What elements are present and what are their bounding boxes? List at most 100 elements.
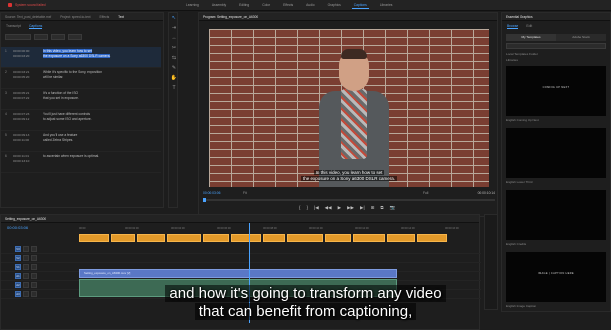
solo-icon[interactable] bbox=[31, 273, 37, 279]
caption-clip[interactable] bbox=[325, 234, 351, 242]
caption-clip[interactable] bbox=[137, 234, 165, 242]
template-thumbnail[interactable]: COMING UP NEXT bbox=[506, 66, 606, 116]
timeline-timecode[interactable]: 00:00:03:06 bbox=[7, 225, 28, 230]
workspace-effects[interactable]: Effects bbox=[281, 2, 295, 9]
mark-in-icon[interactable]: { bbox=[299, 205, 301, 211]
caption-number: 2 bbox=[5, 70, 7, 74]
caption-row[interactable]: 3 00:00:05:21 00:00:07:22 It's a functio… bbox=[1, 89, 161, 110]
eye-icon[interactable] bbox=[31, 246, 37, 252]
replace-icon[interactable] bbox=[68, 34, 82, 40]
adobe-stock-button[interactable]: Adobe Stock bbox=[556, 34, 606, 41]
tab-sequence[interactable]: Setting_exposure_on_A6300 bbox=[5, 217, 46, 221]
go-to-out-icon[interactable]: ▶| bbox=[360, 205, 365, 211]
go-to-in-icon[interactable]: |◀ bbox=[314, 205, 319, 211]
caption-clip[interactable] bbox=[387, 234, 415, 242]
lock-icon[interactable] bbox=[23, 264, 29, 270]
mark-out-icon[interactable]: } bbox=[307, 205, 309, 211]
zoom-select[interactable]: Fit bbox=[243, 191, 247, 195]
caption-clip[interactable] bbox=[263, 234, 285, 242]
lift-icon[interactable]: ⊞ bbox=[371, 205, 375, 211]
playhead-timecode[interactable]: 00:00:03:06 bbox=[203, 191, 220, 195]
mute-icon[interactable] bbox=[23, 273, 29, 279]
tab-source[interactable]: Source: Text_post_deletable.mxf bbox=[5, 15, 51, 19]
eye-icon[interactable] bbox=[31, 255, 37, 261]
subtab-transcript[interactable]: Transcript bbox=[6, 24, 21, 29]
down-arrow-icon[interactable] bbox=[51, 34, 65, 40]
caption-text[interactable]: You'll just have different controls to a… bbox=[43, 112, 92, 128]
step-forward-icon[interactable]: ▶▶ bbox=[347, 205, 354, 211]
track-select-icon[interactable]: ⇥ bbox=[170, 24, 178, 33]
workspace-learning[interactable]: Learning bbox=[184, 2, 201, 9]
track-target-v3[interactable]: V3 bbox=[15, 246, 21, 252]
workspace-libraries[interactable]: Libraries bbox=[378, 2, 395, 9]
egfx-subtabs: Browse Edit bbox=[502, 21, 610, 32]
caption-clip[interactable] bbox=[203, 234, 229, 242]
hand-icon[interactable]: ✋ bbox=[170, 74, 178, 83]
libraries-checkbox[interactable]: Libraries bbox=[502, 57, 610, 63]
subtab-captions[interactable]: Captions bbox=[28, 24, 43, 29]
caption-text-selected[interactable]: In this video, you learn how to set the … bbox=[43, 49, 111, 58]
selection-tool-icon[interactable]: ↖ bbox=[170, 14, 178, 23]
workspace-graphics[interactable]: Graphics bbox=[326, 2, 343, 9]
workspace-assembly[interactable]: Assembly bbox=[210, 2, 228, 9]
subtab-edit[interactable]: Edit bbox=[526, 24, 532, 29]
caption-clip[interactable] bbox=[79, 234, 109, 242]
workspace-audio[interactable]: Audio bbox=[304, 2, 316, 9]
caption-text[interactable]: It's a function of the ISO that you set … bbox=[43, 91, 79, 107]
ripple-edit-icon[interactable]: ↔ bbox=[170, 34, 178, 43]
lock-icon[interactable] bbox=[23, 246, 29, 252]
track-target-a1[interactable]: A1 bbox=[15, 273, 21, 279]
pen-icon[interactable]: ✎ bbox=[170, 64, 178, 73]
workspace-captions[interactable]: Captions bbox=[351, 2, 369, 9]
extract-icon[interactable]: ⧉ bbox=[380, 205, 383, 211]
caption-clip[interactable] bbox=[417, 234, 447, 242]
video-frame[interactable]: In this video, you learn how to set the … bbox=[209, 29, 489, 187]
template-thumbnail[interactable] bbox=[506, 128, 606, 178]
caption-clip[interactable] bbox=[231, 234, 261, 242]
video-clip[interactable]: Setting_exposure_on_A6300.mov [V] bbox=[79, 269, 397, 278]
workspace-color[interactable]: Color bbox=[260, 2, 272, 9]
caption-row[interactable]: 2 00:00:03:21 00:00:05:20 While it's spe… bbox=[1, 68, 161, 89]
eye-icon[interactable] bbox=[31, 264, 37, 270]
caption-text[interactable]: to ascertain when exposure is optimal. bbox=[43, 154, 99, 170]
play-icon[interactable]: ▶ bbox=[338, 205, 341, 211]
tab-text[interactable]: Text bbox=[118, 15, 124, 19]
time-ruler[interactable]: 00:00 00:00:02:00 00:00:04:00 00:00:06:0… bbox=[79, 227, 475, 233]
scrub-handle[interactable] bbox=[203, 198, 206, 202]
lock-icon[interactable] bbox=[23, 255, 29, 261]
ruler-tick-label: 00:00 bbox=[79, 227, 86, 230]
status-warning[interactable]: System sound failed bbox=[8, 3, 46, 7]
tab-essential-graphics[interactable]: Essential Graphics bbox=[506, 15, 533, 19]
type-tool-icon[interactable]: T bbox=[170, 84, 178, 93]
tab-program[interactable]: Program: Setting_exposure_on_A6300 bbox=[203, 15, 258, 19]
caption-clip[interactable] bbox=[111, 234, 135, 242]
caption-text[interactable]: And you'll use a feature called Zebra St… bbox=[43, 133, 77, 149]
template-thumbnail[interactable] bbox=[506, 190, 606, 240]
templates-search-input[interactable] bbox=[506, 43, 606, 49]
tab-effects[interactable]: Effects bbox=[99, 15, 109, 19]
razor-icon[interactable]: ✂ bbox=[170, 44, 178, 53]
caption-text[interactable]: In this video, you learn how to set the … bbox=[43, 49, 111, 65]
my-templates-button[interactable]: My Templates bbox=[506, 34, 556, 41]
caption-row[interactable]: 1 00:00:00:00 00:00:03:20 In this video,… bbox=[1, 47, 161, 68]
caption-clip[interactable] bbox=[287, 234, 323, 242]
caption-row[interactable]: 4 00:00:07:23 00:00:09:12 You'll just ha… bbox=[1, 110, 161, 131]
scrub-bar[interactable] bbox=[203, 198, 495, 202]
caption-clip[interactable] bbox=[167, 234, 201, 242]
caption-row[interactable]: 5 00:00:09:13 00:00:11:00 And you'll use… bbox=[1, 131, 161, 152]
video-caption-overlay[interactable]: In this video, you learn how to set the … bbox=[249, 170, 449, 181]
caption-row[interactable]: 6 00:00:11:01 00:00:13:10 to ascertain w… bbox=[1, 152, 161, 173]
workspace-editing[interactable]: Editing bbox=[237, 2, 251, 9]
resolution-select[interactable]: Full bbox=[423, 191, 428, 195]
step-back-icon[interactable]: ◀◀ bbox=[325, 205, 332, 211]
slip-icon[interactable]: ⇆ bbox=[170, 54, 178, 63]
subtab-browse[interactable]: Browse bbox=[507, 24, 519, 29]
up-arrow-icon[interactable] bbox=[34, 34, 48, 40]
tab-project[interactable]: Project: speed-to-text bbox=[60, 15, 90, 19]
track-target-v2[interactable]: V2 bbox=[15, 255, 21, 261]
caption-clip[interactable] bbox=[353, 234, 385, 242]
caption-text[interactable]: While it's specific to the Sony, exposit… bbox=[43, 70, 102, 86]
export-frame-icon[interactable]: 📷 bbox=[390, 205, 396, 211]
search-captions-input[interactable] bbox=[5, 34, 31, 40]
track-target-v1[interactable]: V1 bbox=[15, 264, 21, 270]
